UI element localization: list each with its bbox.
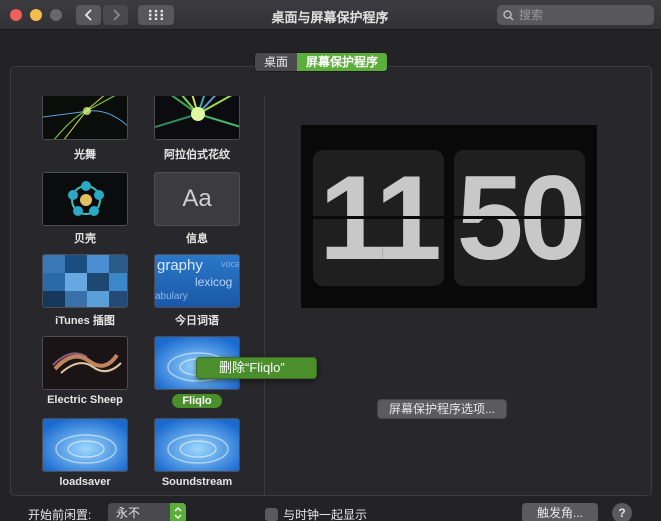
saver-label: Soundstream [161,476,233,488]
start-after-select[interactable]: 永不 [108,503,186,521]
tab-screensaver[interactable]: 屏幕保护程序 [297,53,388,71]
search-icon [503,9,514,21]
saver-label: 信息 [186,233,208,245]
saver-label: 阿拉伯式花纹 [164,149,230,161]
clock-minutes-card: 50 [454,150,585,286]
saver-thumbnail [42,336,128,390]
window-title: 桌面与屏幕保护程序 [271,10,389,25]
back-button[interactable] [76,5,101,25]
chevron-updown-icon [170,503,186,521]
saver-label: 光舞 [74,149,96,161]
screensaver-options-button[interactable]: 屏幕保护程序选项... [377,399,508,419]
saver-label-selected: Fliqlo [172,394,222,408]
saver-thumbnail [42,96,128,140]
saver-thumbnail [42,418,128,472]
saver-label: Electric Sheep [47,394,123,406]
show-clock-checkbox[interactable] [265,508,278,521]
tab-desktop[interactable]: 桌面 [255,53,298,71]
saver-thumbnail [154,418,240,472]
grid-icon [149,10,163,20]
context-menu-delete[interactable]: 删除“Fliqlo” [196,357,317,379]
saver-label: iTunes 插图 [55,315,115,327]
saver-label: 贝壳 [74,233,96,245]
panel-divider [264,96,265,496]
saver-thumbnail: Aa [154,172,240,226]
show-all-button[interactable] [138,5,174,25]
forward-icon [112,9,120,21]
search-input[interactable] [519,8,639,22]
saver-label: 今日词语 [175,315,219,327]
saver-thumbnail [154,96,240,140]
back-icon [84,9,92,21]
screensaver-preview: 11 50 [301,125,597,308]
start-after-label: 开始前闲置: [28,508,92,521]
close-window-button[interactable] [10,9,22,21]
forward-button[interactable] [103,5,128,25]
zoom-window-button[interactable] [50,9,62,21]
saver-thumbnail [42,172,128,226]
hot-corners-button[interactable]: 触发角... [522,503,598,521]
segmented-tabs: 桌面 屏幕保护程序 [254,52,389,72]
start-after-value: 永不 [116,506,141,520]
saver-thumbnail: graphy voca lexicog abulary [154,254,240,308]
minimize-window-button[interactable] [30,9,42,21]
clock-hours-card: 11 [313,150,444,286]
help-button[interactable]: ? [612,503,632,521]
saver-label: loadsaver [59,476,111,488]
title-bar: 桌面与屏幕保护程序 [0,0,661,30]
search-field[interactable] [497,5,654,25]
show-clock-label: 与时钟一起显示 [283,508,368,521]
saver-thumbnail [42,254,128,308]
screensaver-list[interactable]: 光舞 阿拉伯式花纹 贝壳 Aa 信息 iTunes 插图 graphy voca… [28,96,264,496]
